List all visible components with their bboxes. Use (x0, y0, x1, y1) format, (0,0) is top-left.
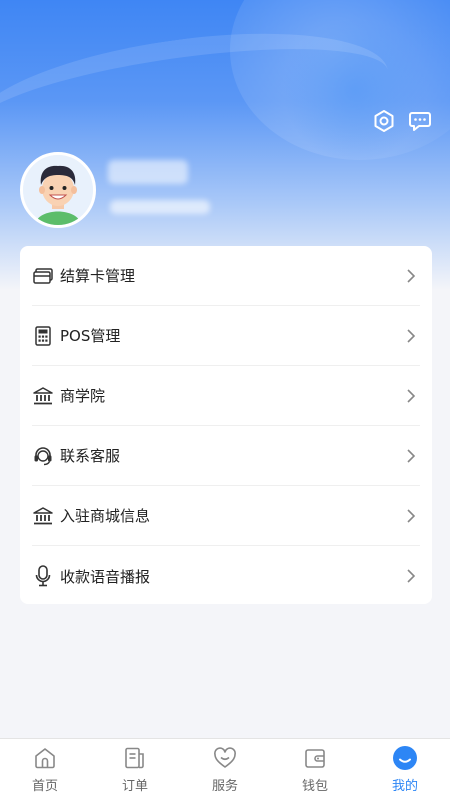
message-icon[interactable] (407, 108, 433, 134)
chevron-right-icon (407, 448, 416, 463)
menu-item-label: 结算卡管理 (60, 267, 136, 285)
chevron-right-icon (407, 388, 416, 403)
tab-orders[interactable]: 订单 (100, 745, 170, 797)
tab-service[interactable]: 服务 (190, 745, 260, 797)
menu-item-business-school[interactable]: 商学院 (32, 366, 420, 426)
tab-label: 服务 (211, 779, 238, 794)
settings-icon[interactable] (371, 108, 397, 134)
home-icon (32, 745, 58, 771)
chevron-right-icon (407, 328, 416, 343)
menu-item-label: 商学院 (60, 387, 106, 405)
pos-terminal-icon (32, 325, 54, 347)
menu-item-label: 入驻商城信息 (60, 507, 151, 525)
menu-item-label: POS管理 (60, 327, 121, 345)
tab-mine[interactable]: 我的 (370, 745, 440, 797)
tab-wallet[interactable]: 钱包 (280, 745, 350, 797)
tab-home[interactable]: 首页 (10, 745, 80, 797)
menu-item-pos-management[interactable]: POS管理 (32, 306, 420, 366)
profile-subtitle-redacted (110, 200, 210, 214)
menu-item-customer-service[interactable]: 联系客服 (32, 426, 420, 486)
heart-icon (212, 745, 238, 771)
tab-label: 我的 (391, 779, 418, 794)
card-icon (32, 265, 54, 287)
bottom-tab-bar: 首页 订单 服务 钱包 我的 (0, 738, 450, 800)
profile-icon (392, 745, 418, 771)
menu-card: 结算卡管理 POS管理 商学院 联系客服 入驻商城信息 收款语音播报 (20, 246, 432, 604)
menu-item-voice-broadcast[interactable]: 收款语音播报 (32, 546, 420, 606)
profile-name-redacted (108, 160, 188, 184)
tab-label: 钱包 (301, 779, 328, 794)
order-icon (122, 745, 148, 771)
menu-item-settlement-card[interactable]: 结算卡管理 (32, 246, 420, 306)
menu-item-mall-info[interactable]: 入驻商城信息 (32, 486, 420, 546)
avatar[interactable] (20, 152, 96, 228)
tab-label: 首页 (31, 779, 58, 794)
chevron-right-icon (407, 508, 416, 523)
chevron-right-icon (407, 268, 416, 283)
menu-item-label: 收款语音播报 (60, 567, 151, 586)
menu-item-label: 联系客服 (60, 447, 121, 465)
bank-icon (32, 385, 54, 407)
wallet-icon (302, 745, 328, 771)
microphone-icon (32, 565, 54, 587)
bank-icon (32, 505, 54, 527)
tab-label: 订单 (121, 779, 148, 794)
headset-icon (32, 445, 54, 467)
chevron-right-icon (407, 569, 416, 583)
